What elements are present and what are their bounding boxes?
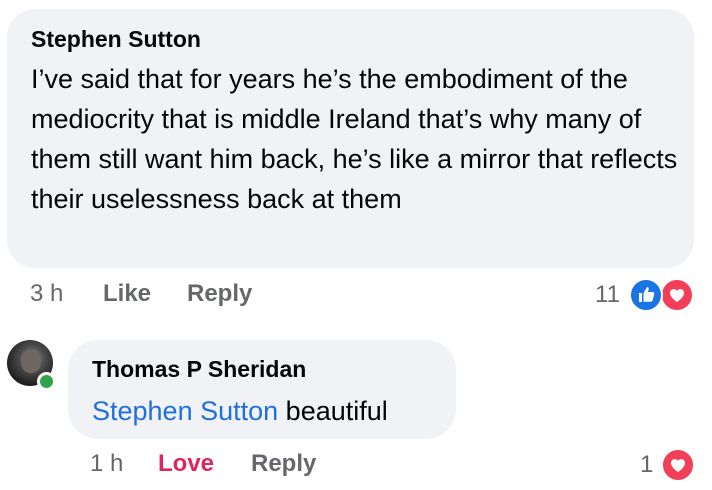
reply-author[interactable]: Thomas P Sheridan [92, 356, 306, 383]
comment-bubble: Stephen Sutton I’ve said that for years … [7, 9, 694, 268]
comment-timestamp[interactable]: 3 h [30, 280, 63, 308]
comment-author[interactable]: Stephen Sutton [31, 26, 201, 53]
reply-timestamp[interactable]: 1 h [90, 450, 123, 478]
love-icon [661, 448, 695, 482]
reply-actions: 1 h Love Reply [0, 450, 712, 480]
reaction-count[interactable]: 11 [595, 281, 620, 309]
reply-text: Stephen Sutton beautiful [92, 391, 388, 431]
love-button[interactable]: Love [158, 450, 214, 478]
online-status-icon [37, 372, 56, 391]
love-icon [660, 278, 694, 312]
reaction-count[interactable]: 1 [640, 451, 653, 479]
mention-link[interactable]: Stephen Sutton [92, 396, 278, 426]
comment-text: I’ve said that for years he’s the embodi… [31, 64, 678, 214]
reply-text-body: beautiful [285, 396, 388, 426]
reply-button[interactable]: Reply [251, 450, 316, 478]
like-button[interactable]: Like [103, 280, 151, 308]
reply-bubble: Thomas P Sheridan Stephen Sutton beautif… [68, 340, 456, 439]
reply-button[interactable]: Reply [187, 280, 252, 308]
like-icon [629, 278, 663, 312]
